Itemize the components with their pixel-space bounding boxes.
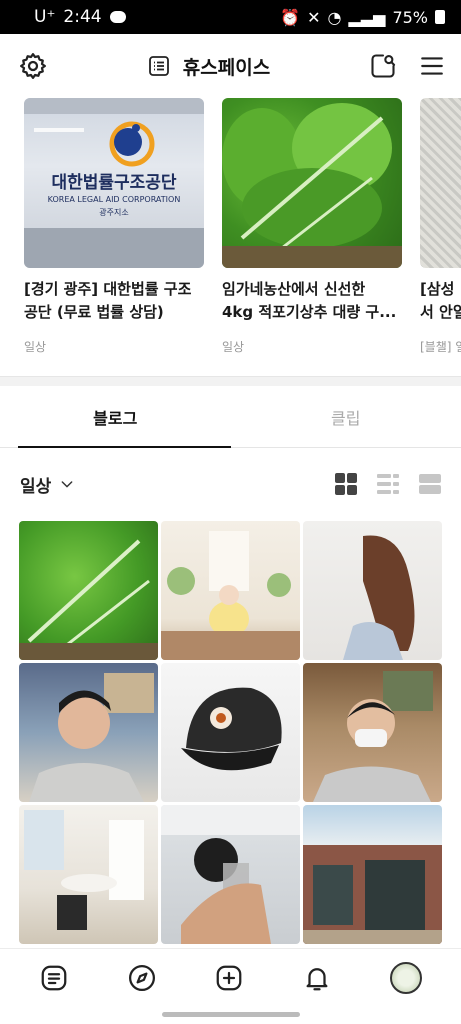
featured-card-title: [경기 광주] 대한법률 구조 공단 (무료 법률 상담) [24,280,192,321]
home-indicator [0,1006,461,1024]
card-view-icon[interactable] [419,473,441,495]
featured-card-image: 대한법률구조공단 KOREA LEGAL AID CORPORATION 광주지… [24,98,204,268]
tab-clip[interactable]: 클립 [231,386,461,447]
category-dropdown[interactable]: 일상 [20,472,75,497]
featured-card-image [222,98,402,268]
battery-level: 75% [392,7,428,27]
post-thumbnail-hair-back[interactable] [303,521,442,660]
category-dropdown-label: 일상 [20,476,52,497]
list-icon [148,56,169,76]
nav-notifications-button[interactable] [302,963,332,993]
status-time: 2:44 [63,7,102,27]
signal-icon: ▂▃▅ [348,7,386,27]
sign-korean-text: 대한법률구조공단 [51,173,176,193]
featured-card-category: [블챌] 일... [420,340,461,354]
status-bar: U⁺ 2:44 ⏰ ✕ ◔ ▂▃▅ 75% [0,0,461,34]
featured-card[interactable]: 임가네농산에서 신선한 4kg 적포기상추 대량 구... 일상 [222,98,402,355]
legal-aid-sign-image: 대한법률구조공단 KOREA LEGAL AID CORPORATION 광주지… [24,98,204,268]
post-thumbnail-lettuce[interactable] [19,521,158,660]
mute-icon: ✕ [307,7,321,27]
nav-explore-button[interactable] [127,963,157,993]
menu-button[interactable] [419,53,445,79]
content-tabs: 블로그 클립 [0,386,461,448]
plus-square-icon [217,965,242,990]
search-posts-button[interactable] [369,52,397,80]
nav-feed-button[interactable] [39,963,69,993]
post-thumbnail-building[interactable] [303,805,442,944]
filter-row: 일상 [0,462,461,506]
page-title[interactable]: 휴스페이스 [183,53,270,80]
post-thumbnail-man-salon[interactable] [19,663,158,802]
featured-card[interactable]: 대한법률구조공단 KOREA LEGAL AID CORPORATION 광주지… [24,98,204,355]
sign-english-text: KOREA LEGAL AID CORPORATION [48,195,181,204]
post-thumbnail-grid [19,521,442,951]
featured-card-image [420,98,461,268]
app-header: 휴스페이스 [0,34,461,98]
featured-card-category: 일상 [24,340,47,354]
post-thumbnail-room[interactable] [19,805,158,944]
feed-icon [41,965,67,990]
bottom-navigation [0,948,461,1006]
featured-card-category: 일상 [222,340,245,354]
sign-branch-text: 광주지소 [99,207,128,217]
post-thumbnail-cap[interactable] [161,663,300,802]
chevron-down-icon [61,481,73,488]
nav-profile-button[interactable] [390,961,423,994]
bell-icon [306,967,328,990]
document-search-icon [371,54,396,78]
wifi-icon: ◔ [327,7,342,27]
post-thumbnail-baby-photo[interactable] [161,521,300,660]
section-divider [0,376,461,386]
featured-card-title: 임가네농산에서 신선한 4kg 적포기상추 대량 구... [222,280,397,321]
lettuce-image [222,103,402,268]
avatar [390,961,423,994]
featured-card[interactable]: [삼성 ... 서 안일... [블챌] 일... [420,98,461,355]
featured-posts-carousel[interactable]: 대한법률구조공단 KOREA LEGAL AID CORPORATION 광주지… [0,98,461,376]
hamburger-menu-icon [421,57,443,75]
featured-card-title: [삼성 ... 서 안일... [420,280,461,321]
carrier-label: U⁺ [34,7,56,27]
alarm-icon: ⏰ [280,7,301,27]
nav-write-button[interactable] [214,963,244,993]
settings-button[interactable] [18,51,48,81]
post-thumbnail-haircut[interactable] [161,805,300,944]
compass-icon [128,964,155,991]
post-thumbnail-man-mask[interactable] [303,663,442,802]
tab-blog[interactable]: 블로그 [0,386,231,448]
battery-icon [435,10,445,24]
grid-view-icon[interactable] [335,473,357,495]
talk-notification-icon [109,11,126,23]
list-view-icon[interactable] [377,473,399,495]
gear-icon [20,53,46,79]
